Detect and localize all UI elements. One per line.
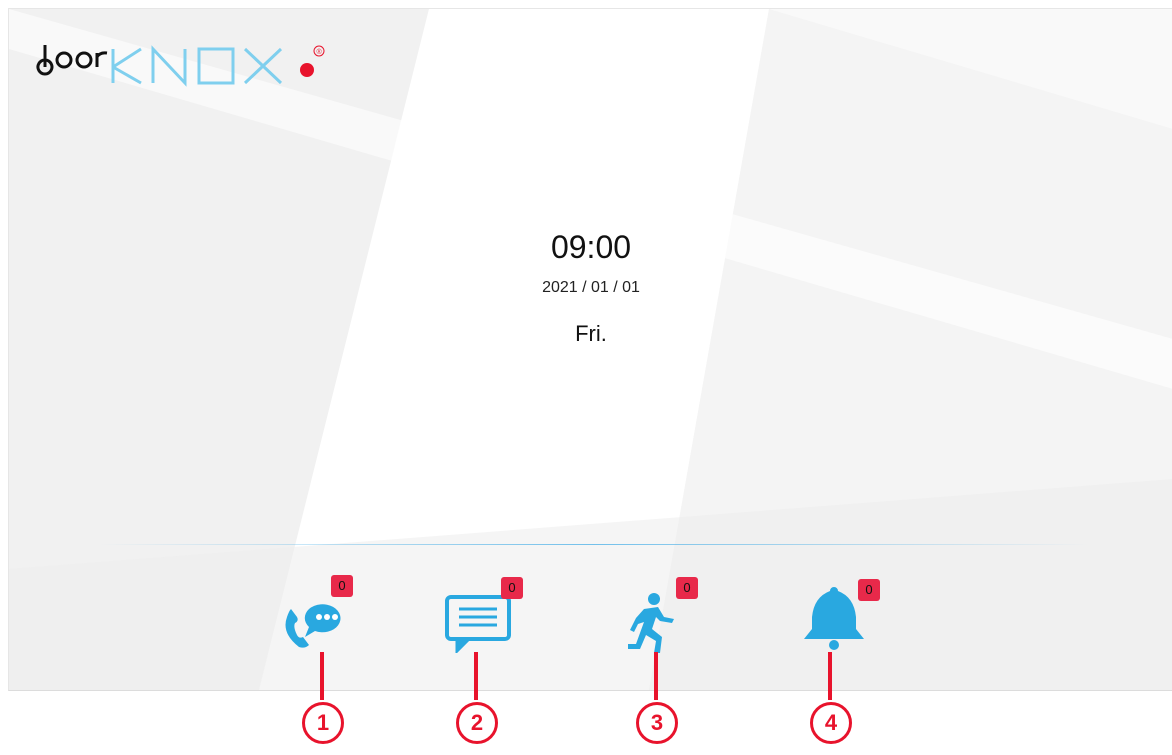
callout-line-1	[320, 652, 324, 700]
doorknox-logo: ®	[31, 27, 351, 87]
alarm-button[interactable]: 0	[794, 579, 880, 653]
device-screen: ® 09:00 2021 / 01 / 01 Fri. 0 0 0 0	[8, 8, 1172, 691]
registered-mark: ®	[317, 48, 323, 56]
motion-events-badge: 0	[676, 577, 698, 599]
clock-day: Fri.	[575, 321, 607, 346]
missed-calls-badge: 0	[331, 575, 353, 597]
messages-button[interactable]: 0	[441, 577, 523, 655]
callout-1: 1	[302, 702, 344, 744]
missed-calls-button[interactable]: 0	[279, 575, 359, 653]
messages-badge: 0	[501, 577, 523, 599]
callout-line-4	[828, 652, 832, 700]
doorknox-logo-graphic: ®	[36, 45, 325, 87]
callout-2: 2	[456, 702, 498, 744]
clock-date: 2021 / 01 / 01	[542, 279, 640, 296]
divider-line	[99, 544, 1089, 545]
callout-4: 4	[810, 702, 852, 744]
background-facets	[9, 9, 1172, 690]
callout-3: 3	[636, 702, 678, 744]
clock-time: 09:00	[550, 229, 632, 265]
alarm-badge: 0	[858, 579, 880, 601]
motion-events-button[interactable]: 0	[614, 577, 698, 653]
callout-line-2	[474, 652, 478, 700]
callout-line-3	[654, 652, 658, 700]
